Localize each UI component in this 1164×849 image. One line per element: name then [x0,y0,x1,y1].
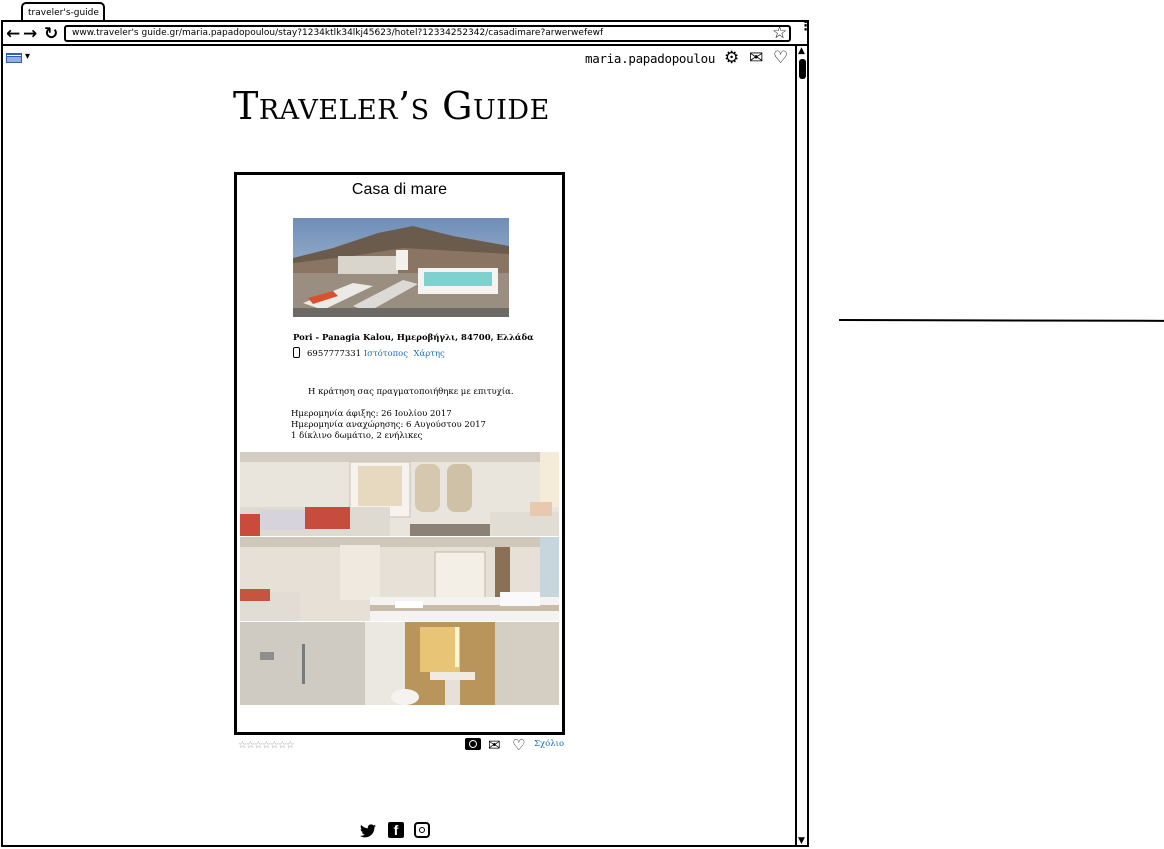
site-logo[interactable]: Traveler’s Guide [233,83,568,129]
scroll-up-arrow-icon[interactable]: ▲ [798,47,805,56]
instagram-icon[interactable] [414,822,430,838]
hotel-name: Casa di mare [351,181,448,198]
living-room-photo [240,452,559,536]
browser-menu-icon[interactable]: ⋮ [799,20,812,33]
settings-gear-icon[interactable]: ⚙ [724,48,739,68]
divider-line [838,319,1164,322]
like-heart-icon[interactable]: ♡ [512,736,525,754]
mail-icon[interactable]: ✉ [749,48,763,68]
url-text: www.traveler's guide.gr/maria.papadopoul… [72,28,604,38]
scrollbar-track [795,46,797,846]
star-rating[interactable]: ☆☆☆☆☆☆☆ [238,739,295,753]
phone-icon [293,347,300,358]
facebook-icon[interactable]: f [388,822,404,838]
bookmark-star-icon[interactable]: ☆ [772,23,787,43]
tab-title: traveler's-guide [28,8,99,18]
hotel-address: Pori - Panagia Kalou, Ημεροβήγλι, 84700,… [293,333,534,343]
contact-row: 6957777331 Ιστότοπος Χάρτης [307,347,445,361]
scroll-down-arrow-icon[interactable]: ▼ [798,837,805,846]
favorites-heart-icon[interactable]: ♡ [773,48,788,68]
twitter-icon[interactable] [360,824,376,838]
arrival-date: Ημερομηνία άφιξης: 26 Ιουλίου 2017 [291,409,452,419]
room-details: 1 δίκλινο δωμάτιο, 2 ενήλικες [291,431,423,441]
camera-icon[interactable] [465,738,481,750]
bedroom-photo [240,537,559,621]
greek-flag-icon[interactable] [6,53,22,63]
browser-tab[interactable]: traveler's-guide [21,2,105,20]
forward-icon[interactable]: → [23,24,37,44]
booking-confirmation: Η κράτηση σας πραγματοποιήθηκε με επιτυχ… [308,387,514,397]
map-link[interactable]: Χάρτης [413,349,444,359]
hotel-phone: 6957777331 [307,349,362,359]
share-mail-icon[interactable]: ✉ [488,736,501,754]
language-dropdown-caret-icon[interactable]: ▾ [25,50,30,64]
address-bar[interactable]: www.traveler's guide.gr/maria.papadopoul… [64,25,791,42]
username-label[interactable]: maria.papadopoulou [585,51,715,67]
website-link[interactable]: Ιστότοπος [364,349,408,359]
toolbar-divider [1,44,809,46]
scrollbar-thumb[interactable] [799,59,806,79]
reload-icon[interactable]: ↻ [44,24,58,44]
comment-link[interactable]: Σχόλιο [534,737,564,751]
back-icon[interactable]: ← [6,24,20,44]
hotel-exterior-photo [293,218,509,317]
bathroom-photo [240,622,559,705]
departure-date: Ημερομηνία αναχώρησης: 6 Αυγούστου 2017 [291,420,486,430]
